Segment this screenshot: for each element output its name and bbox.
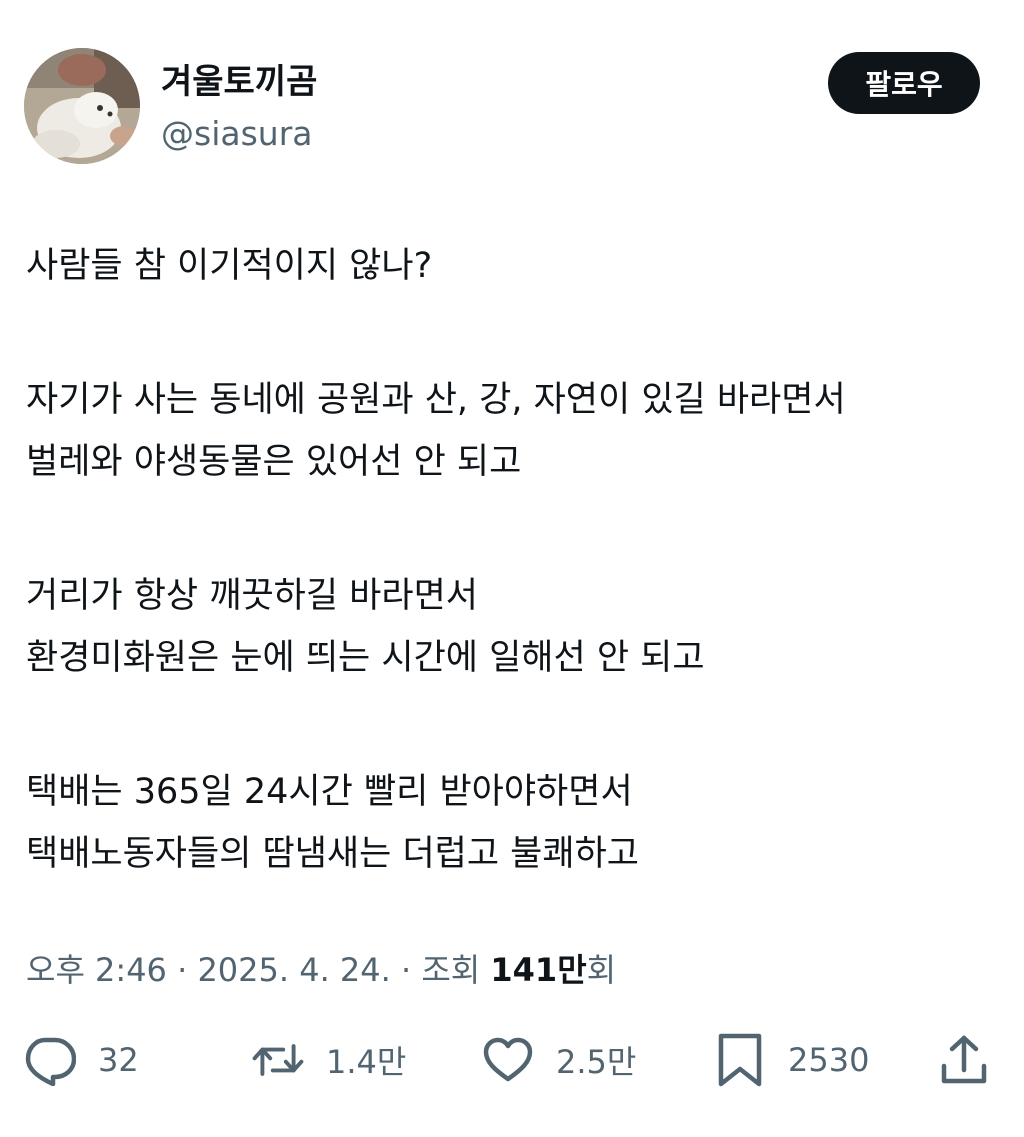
like-button[interactable]: 2.5만: [482, 1030, 636, 1090]
views-count: 141만: [490, 951, 587, 989]
tweet-line: 벌레와 야생동물은 있어선 안 되고: [26, 442, 522, 482]
separator: ·: [166, 951, 198, 989]
tweet-line: 택배는 365일 24시간 빨리 받아야하면서: [26, 772, 633, 812]
like-count: 2.5만: [556, 1043, 637, 1081]
retweet-button[interactable]: 1.4만: [252, 1030, 406, 1090]
follow-button[interactable]: 팔로우: [828, 52, 980, 114]
tweet-line: 사람들 참 이기적이지 않나?: [26, 246, 433, 286]
share-icon: [938, 1034, 990, 1086]
user-handle[interactable]: @siasura: [161, 112, 317, 156]
reply-count: 32: [98, 1041, 139, 1079]
avatar[interactable]: [24, 48, 140, 164]
share-button[interactable]: [938, 1030, 990, 1090]
avatar-image: [24, 48, 140, 164]
display-name[interactable]: 겨울토끼곰: [161, 60, 317, 104]
separator: ·: [390, 951, 422, 989]
user-info: 겨울토끼곰 @siasura: [161, 60, 317, 156]
tweet-text: 사람들 참 이기적이지 않나? 자기가 사는 동네에 공원과 산, 강, 자연이…: [26, 235, 996, 885]
retweet-count: 1.4만: [326, 1043, 407, 1081]
bookmark-button[interactable]: 2530: [714, 1030, 869, 1090]
action-bar: 32 1.4만 2.5만 2530: [24, 1030, 994, 1090]
tweet-line: 거리가 항상 깨끗하길 바라면서: [26, 576, 478, 616]
tweet-meta: 오후 2:46 · 2025. 4. 24. · 조회 141만회: [26, 948, 616, 992]
bookmark-icon: [714, 1033, 766, 1087]
tweet-line: 자기가 사는 동네에 공원과 산, 강, 자연이 있길 바라면서: [26, 380, 846, 420]
retweet-icon: [252, 1034, 304, 1086]
reply-icon: [24, 1034, 76, 1086]
heart-icon: [482, 1034, 534, 1086]
views-suffix: 회: [586, 951, 617, 989]
tweet-header: 겨울토끼곰 @siasura 팔로우: [24, 48, 980, 166]
reply-button[interactable]: 32: [24, 1030, 139, 1090]
tweet-line: 택배노동자들의 땀냄새는 더럽고 불쾌하고: [26, 834, 639, 874]
bookmark-count: 2530: [788, 1041, 870, 1079]
tweet-line: 환경미화원은 눈에 띄는 시간에 일해선 안 되고: [26, 638, 705, 678]
views-label: 조회: [421, 951, 491, 989]
post-time[interactable]: 오후 2:46: [26, 951, 167, 989]
post-date[interactable]: 2025. 4. 24.: [197, 951, 390, 989]
